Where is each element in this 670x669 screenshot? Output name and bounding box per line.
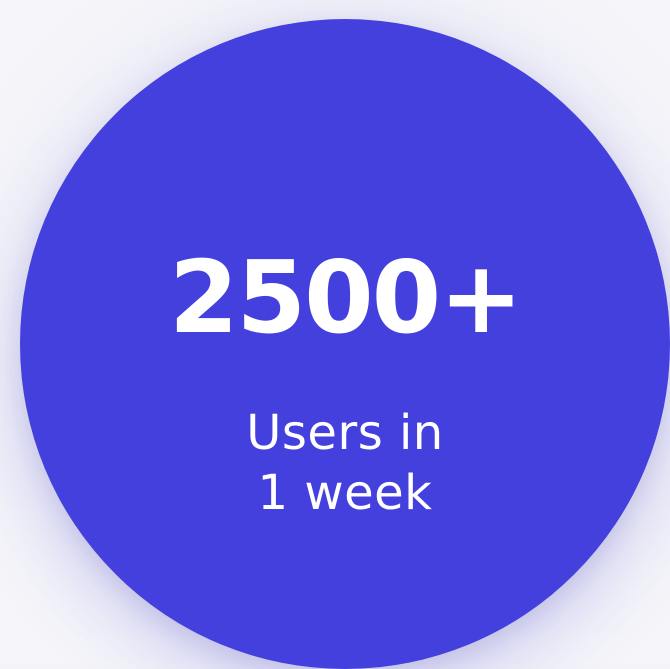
stat-value: 2500+: [168, 239, 523, 356]
stat-caption-line-1: Users in: [246, 405, 444, 461]
stat-caption-line-2: 1 week: [257, 465, 433, 521]
stat-caption: Users in 1 week: [120, 403, 570, 523]
